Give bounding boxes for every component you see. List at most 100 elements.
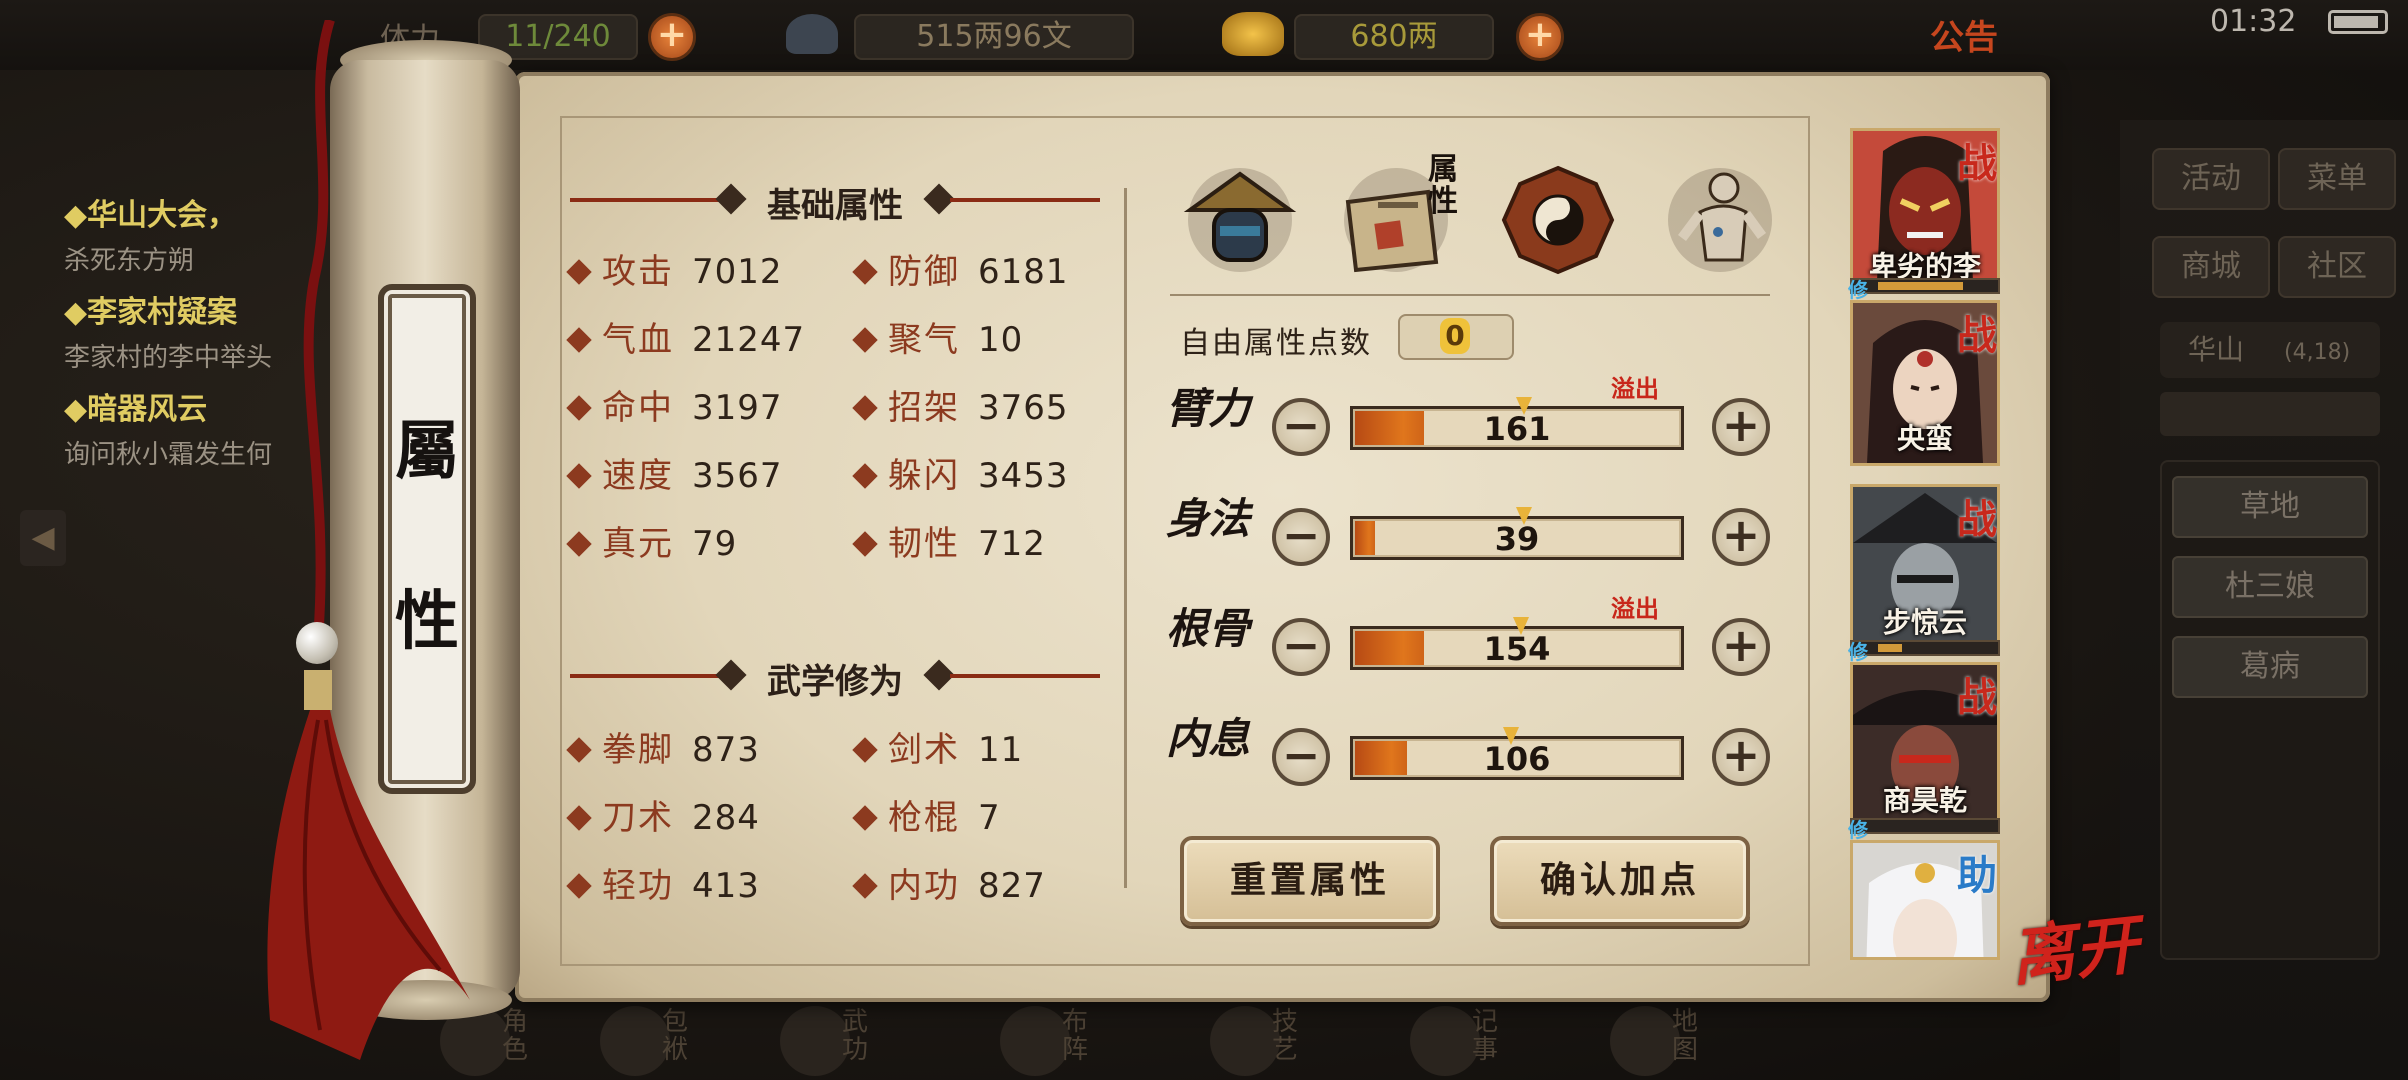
party-name: 商昊乾 (1882, 784, 1967, 817)
stamina-plus-button[interactable]: + (648, 13, 696, 61)
confirm-points-button[interactable]: 确认加点 (1490, 836, 1750, 926)
stat-sword: 剑术 11 (852, 722, 1023, 770)
activity-button[interactable]: 活动 (2152, 148, 2270, 210)
tab-body-meridian-icon[interactable] (1660, 152, 1780, 282)
overflow-label: 溢出 (1611, 375, 1659, 403)
journal-icon (1410, 1006, 1480, 1076)
scroll-title-char: 屬 (395, 414, 459, 489)
badge-war: 战 (1957, 312, 1997, 359)
attr-value: 39 (1494, 520, 1540, 558)
attr-value: 161 (1483, 410, 1551, 448)
collapse-left-arrow-icon[interactable]: ◀ (20, 510, 66, 566)
books-icon (780, 1006, 850, 1076)
nav-label: 布阵 (1062, 1007, 1089, 1065)
silver-ingot-icon (786, 14, 838, 54)
cultivation-bar: 修 (1848, 640, 2000, 664)
stat-dodge: 躲闪 3453 (852, 448, 1069, 496)
nav-martial[interactable]: 武功 (780, 1000, 900, 1080)
cultivation-tag: 修 (1848, 818, 1868, 842)
cultivation-bar: 修 (1848, 278, 2000, 302)
stat-inner: 内功 827 (852, 858, 1046, 906)
nav-label: 技艺 (1272, 1007, 1299, 1065)
martial-cultivation-header: 武学修为 (570, 652, 1100, 702)
attr-minus-button[interactable]: − (1272, 618, 1330, 676)
attr-name: 臂力 (1166, 384, 1251, 433)
npc-item[interactable]: 杜三娘 (2172, 556, 2368, 618)
badge-help: 助 (1957, 852, 1997, 899)
cultivation-tag: 修 (1848, 278, 1868, 302)
stat-blade: 刀术 284 (566, 790, 760, 838)
attr-name: 根骨 (1166, 604, 1251, 653)
party-card[interactable]: 战 步惊云 (1850, 484, 2000, 650)
notice-button[interactable]: 公告 (1930, 10, 1998, 59)
tab-bagua-icon[interactable] (1498, 152, 1618, 282)
nav-skills[interactable]: 技艺 (1210, 1000, 1330, 1080)
leave-button[interactable]: 离开 (2006, 894, 2143, 999)
silver-value: 515两96文 (854, 14, 1134, 60)
attr-row-bone: 根骨 − 溢出 154 + (1166, 595, 1786, 690)
npc-item[interactable]: 葛病 (2172, 636, 2368, 698)
stat-focus: 聚气 10 (852, 312, 1023, 360)
stat-toughness: 韧性 712 (852, 516, 1046, 564)
map-icon (1610, 1006, 1680, 1076)
attr-plus-button[interactable]: + (1712, 508, 1770, 566)
party-card[interactable]: 战 商昊乾 (1850, 662, 2000, 828)
party-card[interactable]: 助 (1850, 840, 2000, 960)
stat-parry: 招架 3765 (852, 380, 1069, 428)
attr-minus-button[interactable]: − (1272, 728, 1330, 786)
attr-row-arm: 臂力 − 溢出 161 + (1166, 375, 1786, 470)
tab-attribute-icon[interactable]: 属性 (1336, 152, 1458, 282)
horizontal-divider (1170, 294, 1770, 296)
shop-button[interactable]: 商城 (2152, 236, 2270, 298)
npc-item[interactable]: 草地 (2172, 476, 2368, 538)
community-button[interactable]: 社区 (2278, 236, 2396, 298)
stat-defense: 防御 6181 (852, 244, 1069, 292)
attr-minus-button[interactable]: − (1272, 398, 1330, 456)
stat-true-yuan: 真元 79 (566, 516, 737, 564)
badge-war: 战 (1957, 674, 1997, 721)
nav-formation[interactable]: 布阵 (1000, 1000, 1120, 1080)
minimap-strip[interactable] (2160, 392, 2380, 436)
location-coord: (4,18) (2284, 340, 2351, 365)
attr-plus-button[interactable]: + (1712, 728, 1770, 786)
attr-bar: 溢出 161 (1350, 375, 1684, 450)
bagua-icon (1000, 1006, 1070, 1076)
battery-icon (2328, 10, 2388, 34)
attr-bar: 溢出 154 (1350, 595, 1684, 670)
party-card[interactable]: 战 央蛮 (1850, 300, 2000, 466)
party-name: 步惊云 (1882, 606, 1967, 639)
gold-plus-button[interactable]: + (1516, 13, 1564, 61)
free-points-label: 自由属性点数 (1180, 326, 1372, 361)
nav-journal[interactable]: 记事 (1410, 1000, 1530, 1080)
attr-value: 154 (1483, 630, 1551, 668)
menu-button[interactable]: 菜单 (2278, 148, 2396, 210)
attr-row-breath: 内息 − 106 + (1166, 718, 1786, 800)
stat-hp: 气血 21247 (566, 312, 805, 360)
attr-name: 身法 (1166, 494, 1251, 543)
stat-attack: 攻击 7012 (566, 244, 783, 292)
nav-bag[interactable]: 包袱 (600, 1000, 720, 1080)
cultivation-bar: 修 (1848, 818, 2000, 842)
nav-map[interactable]: 地图 (1610, 1000, 1730, 1080)
nav-label: 角色 (502, 1007, 529, 1065)
overflow-label: 溢出 (1611, 595, 1659, 623)
bag-icon (600, 1006, 670, 1076)
attr-minus-button[interactable]: − (1272, 508, 1330, 566)
stat-lightness: 轻功 413 (566, 858, 760, 906)
attr-plus-button[interactable]: + (1712, 398, 1770, 456)
attr-bar: 39 (1350, 507, 1684, 560)
red-tassel-icon (267, 670, 470, 1060)
attr-plus-button[interactable]: + (1712, 618, 1770, 676)
location-bar: 华山 (4,18) (2160, 322, 2380, 378)
pot-icon (1210, 1006, 1280, 1076)
free-points-value: 0 (1440, 318, 1470, 354)
section-title: 武学修为 (767, 662, 903, 702)
cultivation-fill (1878, 282, 1963, 290)
gold-ingot-icon (1222, 12, 1284, 56)
reset-attributes-button[interactable]: 重置属性 (1180, 836, 1440, 926)
attr-value: 106 (1483, 740, 1551, 778)
party-card[interactable]: 战 卑劣的李 (1850, 128, 2000, 294)
attr-row-agility: 身法 − 39 + (1166, 494, 1786, 580)
tab-hat-swordsman-icon[interactable] (1180, 152, 1300, 282)
stat-spear: 枪棍 7 (852, 790, 1001, 838)
